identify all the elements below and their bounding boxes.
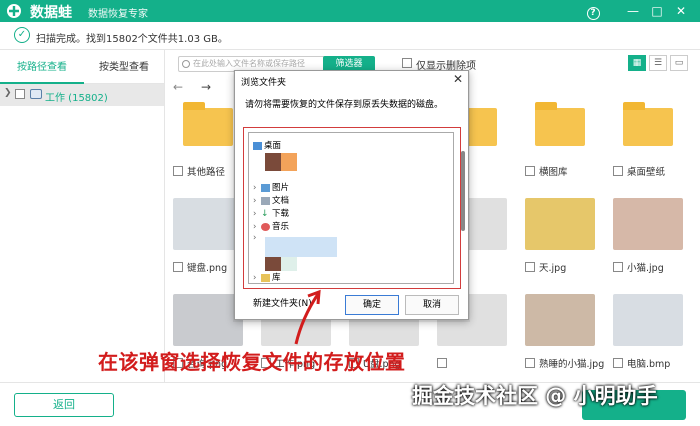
blurred-item: [281, 153, 297, 171]
back-arrow-icon[interactable]: ←: [173, 80, 183, 94]
file-label: 天.jpg: [539, 263, 567, 274]
sidebar: 按路径查看 按类型查看 ❯ 工作 (15802): [0, 50, 165, 382]
dialog-message: 请勿将需要恢复的文件保存到原丢失数据的磁盘。: [245, 100, 444, 110]
blurred-item: [265, 257, 281, 271]
title-bar: 数据蛙 数据恢复专家 ? — □ ✕: [0, 0, 700, 22]
tree-item-label: 工作 (15802): [45, 93, 108, 104]
file-checkbox[interactable]: [525, 166, 535, 176]
folder-tree-highlight: 桌面 › 图片 › 文档 › ↓ 下载 › 音乐 › › 库: [243, 127, 465, 289]
search-placeholder: 在此处输入文件名称或保存路径: [193, 59, 305, 68]
folder-pictures[interactable]: › 图片: [253, 181, 289, 193]
folder-library[interactable]: › 库: [253, 271, 281, 283]
blurred-item: [281, 257, 297, 271]
drive-icon: [30, 89, 42, 99]
help-icon: ?: [586, 7, 600, 20]
file-thumbnail: [613, 294, 683, 346]
app-logo-icon: [7, 4, 21, 18]
back-button[interactable]: 返回: [14, 393, 114, 417]
file-label: 熟睡的小猫.jpg: [539, 359, 605, 370]
file-label: 其他路径: [187, 167, 226, 178]
pictures-icon: [261, 183, 270, 192]
folder-label: 文档: [272, 196, 290, 206]
detail-view-icon[interactable]: ▭: [670, 55, 688, 71]
file-thumbnail: [613, 198, 683, 250]
file-checkbox[interactable]: [173, 166, 183, 176]
folder-tree[interactable]: 桌面 › 图片 › 文档 › ↓ 下载 › 音乐 › › 库: [248, 132, 465, 284]
help-button[interactable]: ?: [584, 2, 602, 20]
search-icon: [182, 60, 190, 68]
tree-checkbox[interactable]: [15, 89, 25, 99]
list-view-icon[interactable]: ☰: [649, 55, 667, 71]
cancel-button[interactable]: 取消: [405, 295, 459, 315]
download-arrow-icon: ↓: [261, 208, 269, 219]
check-icon: ✓: [14, 27, 30, 43]
minimize-button[interactable]: —: [624, 2, 642, 20]
folder-label: 桌面: [264, 141, 282, 151]
annotation-text: 在该弹窗选择恢复文件的存放位置: [98, 350, 406, 374]
file-thumbnail: [525, 294, 595, 346]
file-checkbox[interactable]: [613, 262, 623, 272]
dialog-title: 浏览文件夹: [241, 78, 287, 88]
blurred-item: [265, 153, 281, 171]
file-checkbox[interactable]: [525, 358, 535, 368]
desktop-icon: [253, 141, 262, 150]
file-checkbox[interactable]: [437, 358, 447, 368]
folder-row-blurred[interactable]: ›: [253, 233, 261, 243]
file-label: 横图库: [539, 167, 568, 178]
folder-music[interactable]: › 音乐: [253, 220, 289, 232]
folder-label: 图片: [272, 183, 290, 193]
folder-icon: [535, 102, 585, 146]
folder-icon: [623, 102, 673, 146]
folder-label: 下载: [272, 209, 290, 219]
file-label: 电脑.bmp: [627, 359, 671, 370]
folder-label: 库: [272, 273, 281, 283]
file-item[interactable]: 小猫.jpg: [605, 194, 693, 288]
tree-scrollbar[interactable]: [461, 151, 465, 231]
file-label: 桌面壁纸: [627, 167, 666, 178]
chevron-right-icon[interactable]: ❯: [4, 88, 12, 98]
tab-by-path[interactable]: 按路径查看: [0, 58, 84, 84]
file-item[interactable]: 电脑.bmp: [605, 290, 693, 384]
scan-status-bar: ✓ 扫描完成。找到15802个文件共1.03 GB。: [0, 22, 700, 50]
watermark-text: 掘金技术社区 @ 小明助手: [412, 384, 658, 408]
file-item[interactable]: 桌面壁纸: [605, 98, 693, 192]
folder-desktop[interactable]: 桌面: [253, 139, 281, 151]
tab-by-type[interactable]: 按类型查看: [84, 58, 164, 84]
tree-item-work-drive[interactable]: ❯ 工作 (15802): [0, 84, 164, 106]
folder-documents[interactable]: › 文档: [253, 194, 289, 206]
file-checkbox[interactable]: [613, 166, 623, 176]
file-checkbox[interactable]: [525, 262, 535, 272]
grid-view-icon[interactable]: ▦: [628, 55, 646, 71]
forward-arrow-icon[interactable]: →: [201, 80, 211, 94]
folder-label: 音乐: [272, 222, 290, 232]
dialog-close-icon[interactable]: ✕: [453, 72, 463, 86]
file-thumbnail: [525, 198, 595, 250]
file-checkbox[interactable]: [613, 358, 623, 368]
file-item[interactable]: 天.jpg: [517, 194, 605, 288]
blurred-item: [265, 237, 337, 257]
ok-button[interactable]: 确定: [345, 295, 399, 315]
app-subtitle: 数据恢复专家: [88, 9, 148, 20]
app-name: 数据蛙: [30, 5, 72, 21]
browse-folder-dialog: 浏览文件夹 ✕ 请勿将需要恢复的文件保存到原丢失数据的磁盘。 桌面 › 图片 › 文…: [234, 70, 469, 320]
documents-icon: [261, 196, 270, 205]
folder-downloads[interactable]: › ↓ 下载: [253, 207, 289, 219]
annotation-arrow-icon: [294, 289, 321, 345]
file-checkbox[interactable]: [173, 262, 183, 272]
library-icon: [261, 273, 270, 282]
file-item[interactable]: 熟睡的小猫.jpg: [517, 290, 605, 384]
close-button[interactable]: ✕: [672, 2, 690, 20]
only-deleted-checkbox[interactable]: [402, 58, 412, 68]
file-item[interactable]: 横图库: [517, 98, 605, 192]
file-label: 键盘.png: [187, 263, 228, 274]
folder-icon: [183, 102, 233, 146]
maximize-button[interactable]: □: [648, 2, 666, 20]
music-icon: [261, 222, 270, 231]
scan-status-text: 扫描完成。找到15802个文件共1.03 GB。: [36, 34, 228, 45]
file-label: 小猫.jpg: [627, 263, 664, 274]
